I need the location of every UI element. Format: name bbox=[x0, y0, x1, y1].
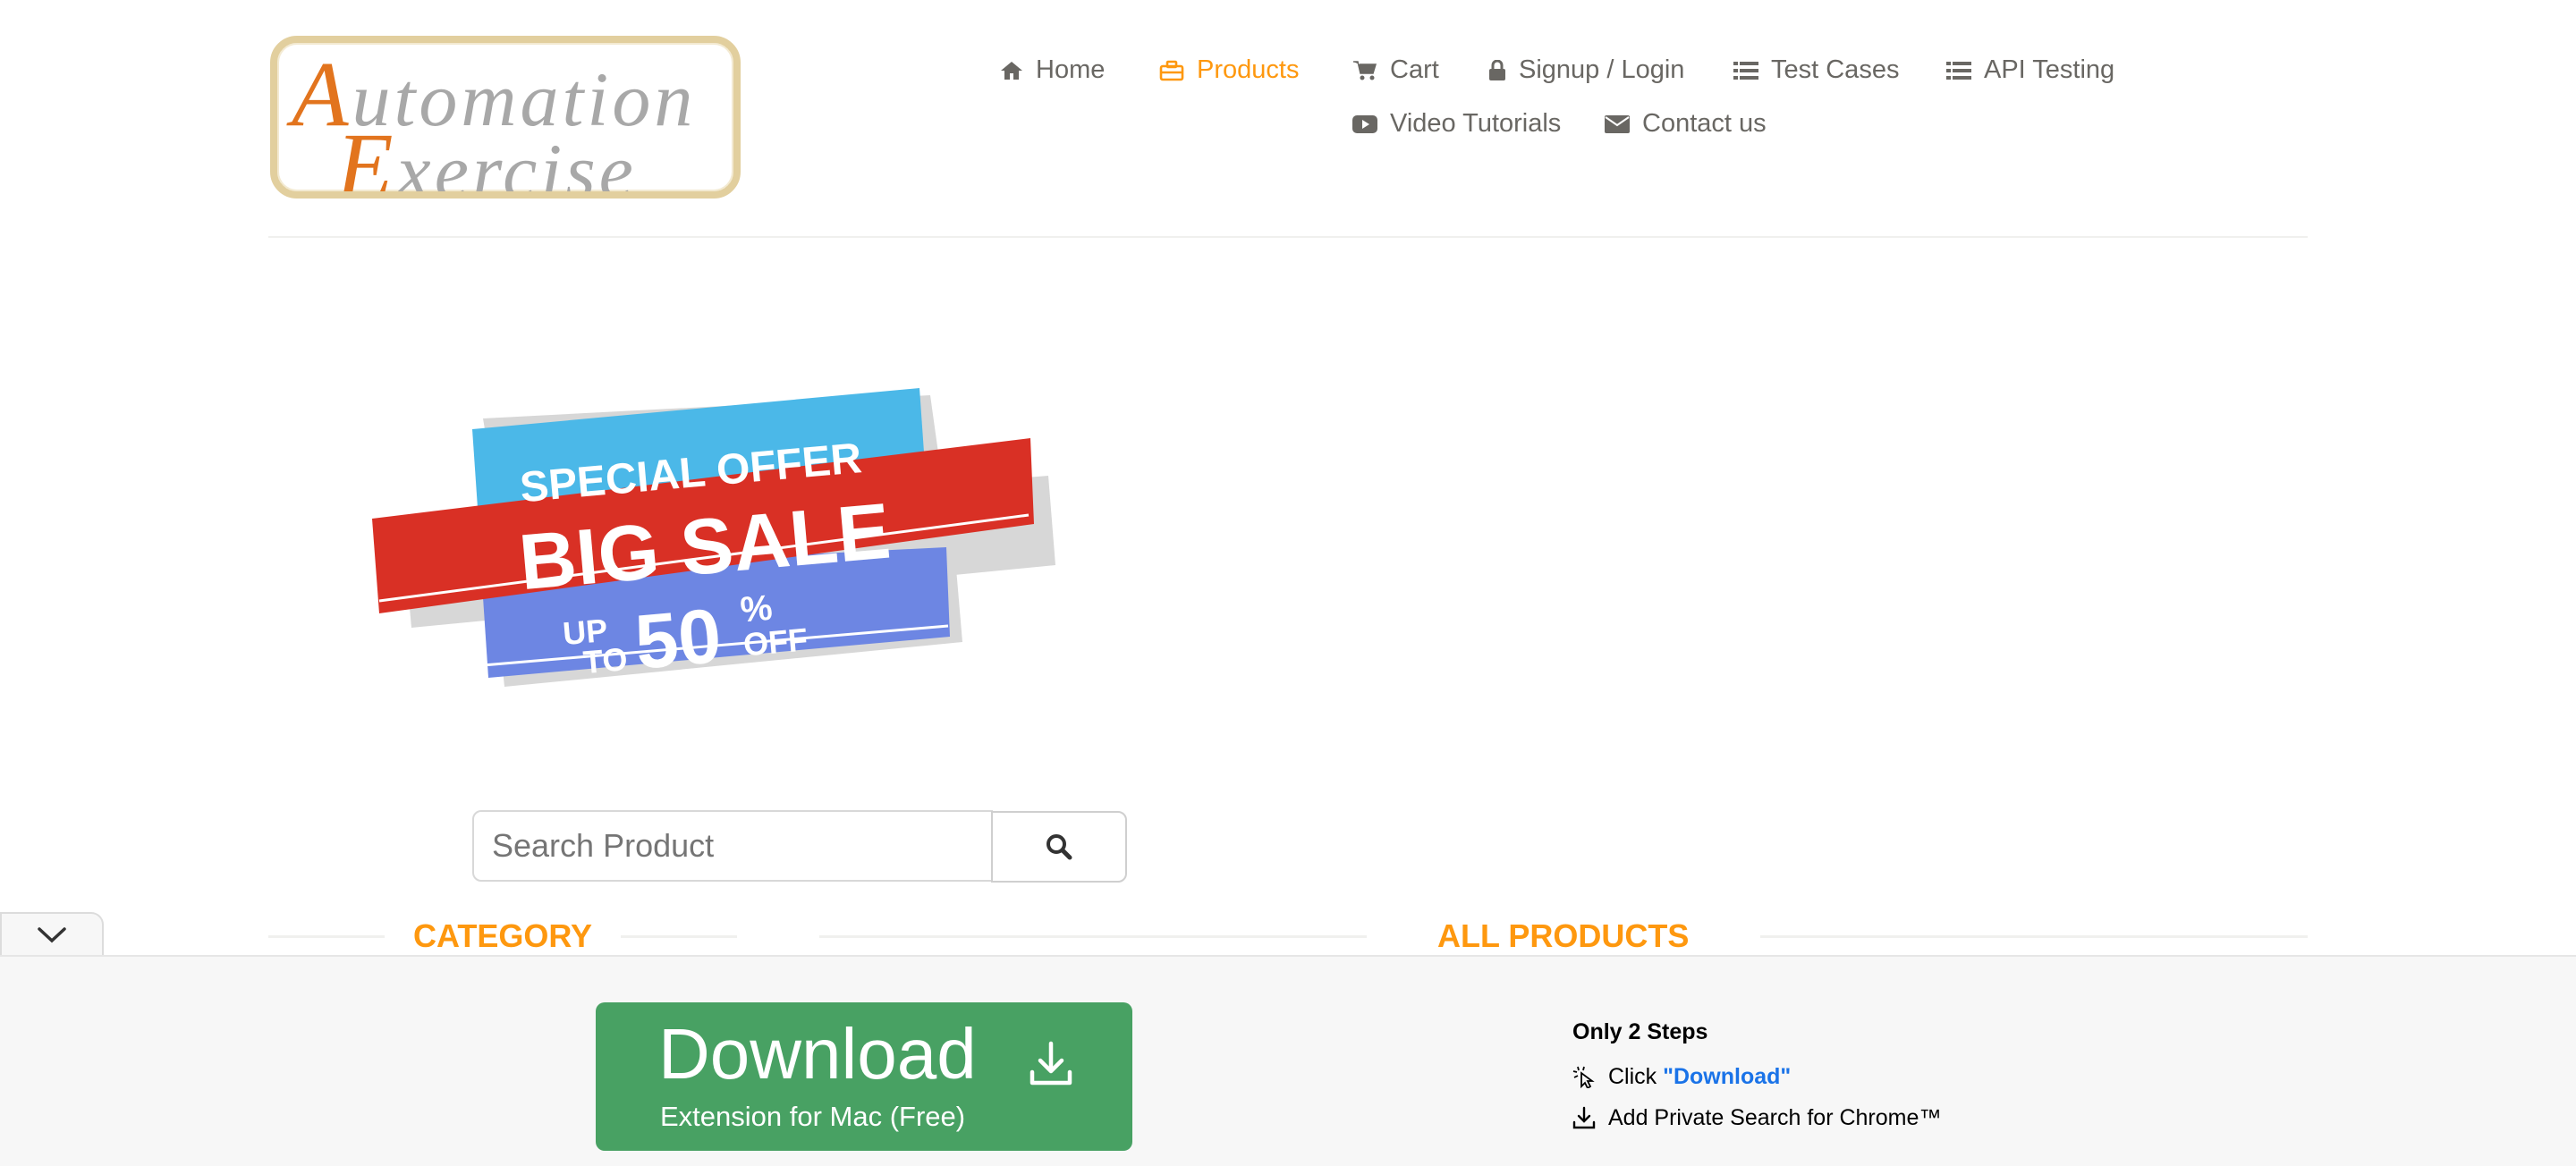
list-icon bbox=[1946, 61, 1971, 80]
download-icon bbox=[1572, 1106, 1596, 1129]
step-2-label: Add Private Search for Chrome™ bbox=[1608, 1104, 1942, 1130]
nav-item-products[interactable]: Products bbox=[1159, 55, 1299, 85]
banner-off: OFF bbox=[741, 621, 809, 663]
nav-label-home: Home bbox=[1036, 55, 1106, 84]
banner-fifty: 50 bbox=[631, 593, 724, 686]
step-1-prefix: Click bbox=[1608, 1063, 1664, 1089]
nav-item-cart[interactable]: Cart bbox=[1352, 55, 1439, 85]
chevron-down-icon bbox=[38, 927, 66, 943]
special-offer-banner: SPECIAL OFFER BIG SALE UP TO 50 % OFF bbox=[372, 388, 1055, 687]
nav-item-signup-login[interactable]: Signup / Login bbox=[1488, 55, 1684, 85]
site-header: Automation Exercise Home Products Cart S… bbox=[0, 0, 2576, 238]
list-icon bbox=[1733, 61, 1758, 80]
search-button[interactable] bbox=[991, 811, 1127, 883]
nav-item-home[interactable]: Home bbox=[1000, 55, 1105, 85]
steps-title: Only 2 Steps bbox=[1572, 1019, 1708, 1044]
briefcase-icon bbox=[1159, 60, 1184, 80]
category-heading: CATEGORY bbox=[413, 917, 593, 954]
nav-label-signup-login: Signup / Login bbox=[1519, 55, 1685, 84]
step-2: Add Private Search for Chrome™ bbox=[1572, 1101, 1941, 1135]
header-divider bbox=[268, 236, 2308, 238]
home-icon bbox=[1001, 61, 1022, 80]
automation-exercise-logo[interactable]: Automation Exercise bbox=[270, 36, 741, 199]
download-extension-button[interactable]: Download Extension for Mac (Free) bbox=[596, 1002, 1132, 1151]
all-products-rule-left bbox=[819, 935, 1367, 938]
nav-item-contact-us[interactable]: Contact us bbox=[1605, 109, 1767, 139]
nav-item-test-cases[interactable]: Test Cases bbox=[1733, 55, 1899, 85]
step-1: Click "Download" bbox=[1572, 1060, 1941, 1094]
nav-label-cart: Cart bbox=[1390, 55, 1439, 84]
download-subtitle: Extension for Mac (Free) bbox=[660, 1101, 966, 1132]
nav-label-products: Products bbox=[1197, 55, 1300, 84]
nav-item-video-tutorials[interactable]: Video Tutorials bbox=[1352, 109, 1561, 139]
search-icon bbox=[1046, 834, 1072, 860]
main-nav: Home Products Cart Signup / Login Test C… bbox=[984, 50, 2218, 148]
click-cursor-icon bbox=[1572, 1066, 1595, 1088]
install-steps: Only 2 Steps Click "Download" Add Privat… bbox=[1572, 1019, 1941, 1142]
collapse-bar-tab[interactable] bbox=[0, 912, 104, 957]
all-products-rule-right bbox=[1760, 935, 2308, 938]
extension-promo-bar bbox=[0, 955, 2576, 1166]
category-rule-right bbox=[621, 935, 737, 938]
nav-label-video-tutorials: Video Tutorials bbox=[1390, 109, 1562, 138]
envelope-icon bbox=[1605, 114, 1630, 133]
nav-label-api-testing: API Testing bbox=[1984, 55, 2115, 84]
download-title: Download bbox=[658, 1014, 977, 1094]
nav-label-contact-us: Contact us bbox=[1642, 109, 1767, 138]
cart-icon bbox=[1353, 60, 1377, 80]
logo-line-2: Exercise bbox=[336, 114, 637, 199]
category-rule-left bbox=[268, 935, 385, 938]
search-product-input[interactable] bbox=[472, 810, 993, 882]
banner-to: TO bbox=[581, 640, 629, 680]
nav-label-test-cases: Test Cases bbox=[1771, 55, 1900, 84]
lock-icon bbox=[1489, 59, 1505, 80]
step-1-download-link[interactable]: "Download" bbox=[1663, 1064, 1791, 1089]
nav-item-api-testing[interactable]: API Testing bbox=[1946, 55, 2114, 85]
youtube-play-icon bbox=[1352, 114, 1377, 133]
download-icon bbox=[1030, 1041, 1072, 1086]
all-products-heading: ALL PRODUCTS bbox=[1437, 917, 1690, 954]
